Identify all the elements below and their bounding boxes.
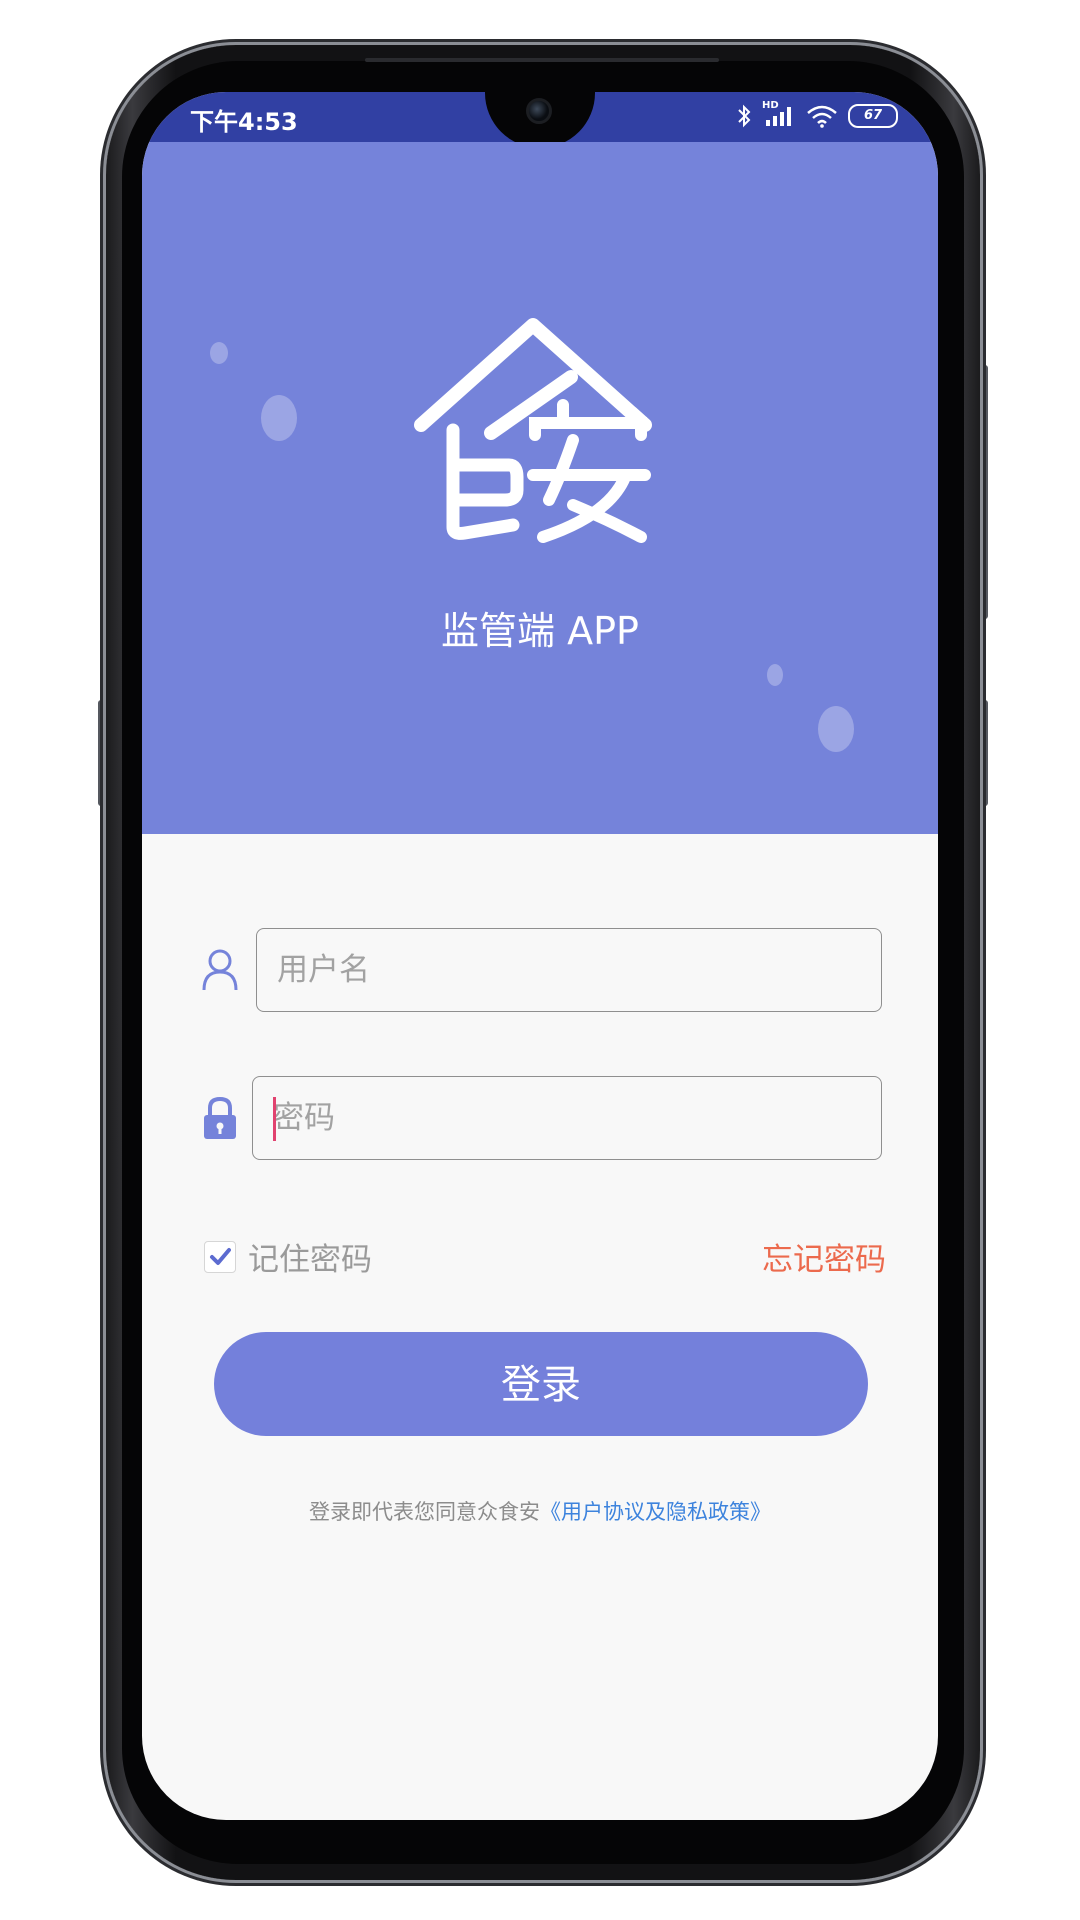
forgot-password-link[interactable]: 忘记密码 xyxy=(762,1234,886,1279)
status-icons: HD 67 xyxy=(736,100,898,128)
decor-bubble xyxy=(767,664,783,686)
bluetooth-icon xyxy=(738,104,751,128)
username-field[interactable] xyxy=(256,928,882,1012)
signal-icon xyxy=(766,107,791,126)
side-button xyxy=(980,365,988,619)
app-subtitle: 监管端 APP xyxy=(441,609,639,653)
login-button[interactable]: 登录 xyxy=(214,1332,868,1436)
remember-label: 记住密码 xyxy=(248,1242,372,1278)
password-row xyxy=(200,1076,882,1162)
battery-icon: 67 xyxy=(848,104,898,128)
front-camera xyxy=(526,98,552,124)
decor-bubble xyxy=(261,395,297,441)
earpiece-speaker xyxy=(365,58,719,62)
user-icon xyxy=(202,949,238,991)
signal-group: HD xyxy=(762,100,796,128)
decor-bubble xyxy=(818,706,854,752)
agreement-text: 登录即代表您同意众食安《用户协议及隐私政策》 xyxy=(142,1496,938,1526)
status-time: 下午4:53 xyxy=(190,108,298,136)
volume-button xyxy=(98,700,106,806)
header-banner: 食安 监管端 APP xyxy=(142,142,938,834)
username-row xyxy=(200,928,882,1014)
agreement-prefix: 登录即代表您同意众食安 xyxy=(309,1500,540,1524)
decor-bubble xyxy=(210,342,228,364)
text-cursor xyxy=(273,1097,276,1141)
power-button xyxy=(980,700,988,806)
lock-icon xyxy=(204,1096,236,1139)
login-form: 记住密码 忘记密码 登录 登录即代表您同意众食安《用户协议及隐私政策》 xyxy=(142,834,938,1820)
username-input[interactable] xyxy=(257,929,881,1011)
app-screen: 下午4:53 HD 67 监管端 APP 用户名 记住密码 忘记密码 登录 登录… xyxy=(142,92,938,1820)
check-icon xyxy=(210,1247,231,1265)
remember-password[interactable]: 记住密码 xyxy=(204,1234,372,1279)
wifi-icon xyxy=(807,105,837,128)
remember-checkbox[interactable] xyxy=(204,1240,236,1273)
app-logo: 食安 xyxy=(414,318,652,543)
agreement-link[interactable]: 《用户协议及隐私政策》 xyxy=(540,1500,771,1524)
password-input[interactable] xyxy=(253,1077,881,1159)
password-field[interactable] xyxy=(252,1076,882,1160)
